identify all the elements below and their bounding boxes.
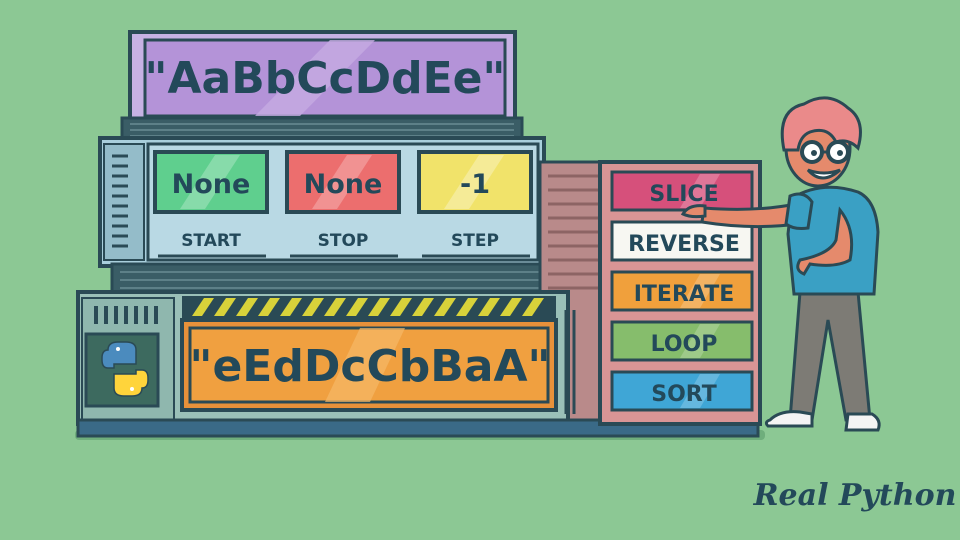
result-unit: "eEdDcCbBaA"	[76, 290, 576, 426]
slice-button-label: SLICE	[649, 182, 718, 207]
step-value: -1	[460, 169, 490, 200]
reverse-button-label: REVERSE	[628, 232, 740, 257]
top-display-text: "AaBbCcDdEe"	[145, 53, 506, 104]
loop-button-label: LOOP	[651, 332, 718, 357]
right-shoe	[844, 412, 881, 432]
iterate-button-label: ITERATE	[634, 282, 735, 307]
result-display-text: "eEdDcCbBaA"	[190, 341, 551, 392]
slice-params-unit: None START None STOP -1 STEP	[98, 136, 546, 268]
top-display-unit: "AaBbCcDdEe"	[128, 30, 517, 126]
illustration-svg: "AaBbCcDdEe" None START None STOP -1 STE…	[75, 30, 957, 513]
operations-panel: SLICE REVERSE ITERATE LOOP SORT	[598, 160, 762, 426]
step-label: STEP	[451, 231, 499, 251]
stop-value: None	[304, 169, 383, 200]
character-legs	[788, 290, 872, 422]
sort-button-label: SORT	[651, 382, 717, 407]
start-value: None	[172, 169, 251, 200]
start-label: START	[181, 231, 241, 251]
illustration-scene: "AaBbCcDdEe" None START None STOP -1 STE…	[0, 0, 960, 540]
left-shoe	[764, 410, 814, 428]
real-python-logo-text: Real Python	[753, 478, 957, 513]
stop-label: STOP	[318, 231, 369, 251]
